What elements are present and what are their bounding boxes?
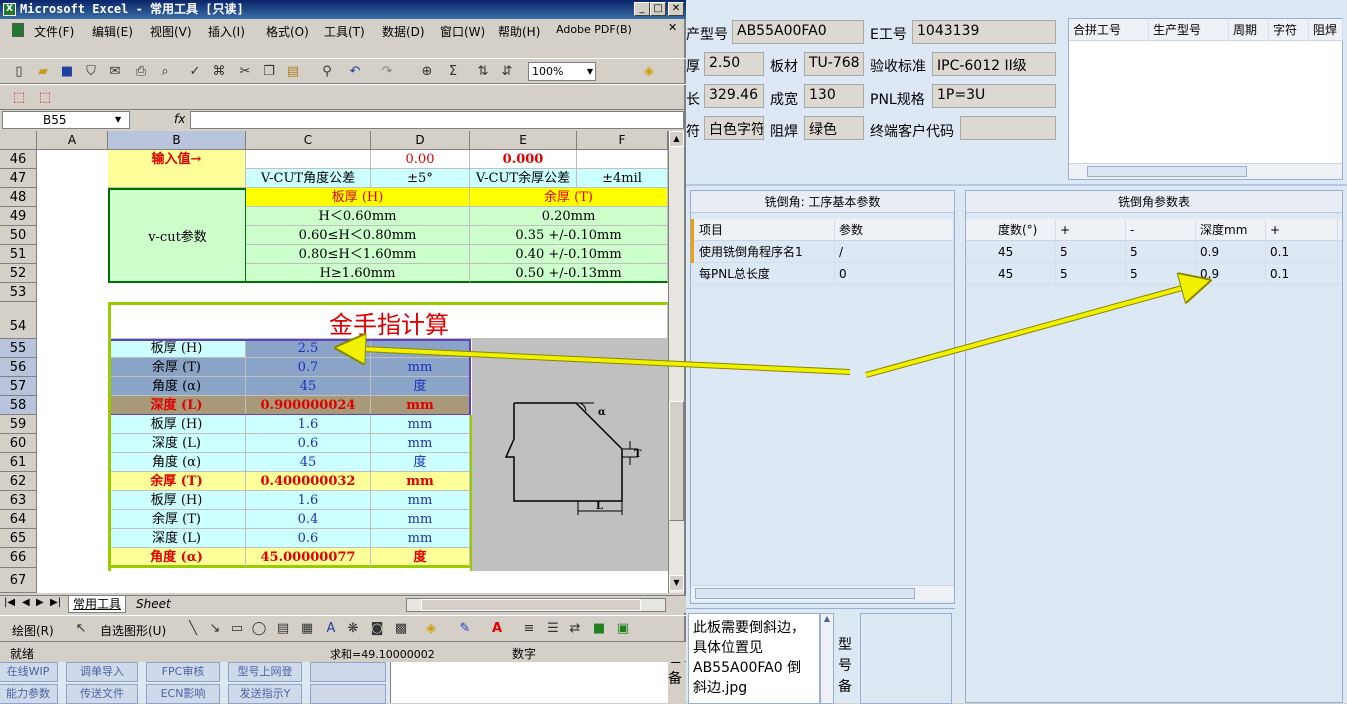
arrow-to-excel [342,348,851,374]
annotation-arrows [0,0,1347,378]
arrow-to-table [865,282,1204,377]
